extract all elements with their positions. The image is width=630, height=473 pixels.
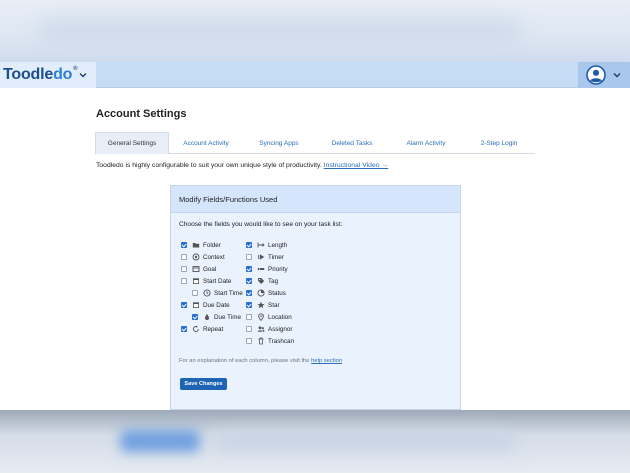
field-status[interactable]: Status <box>246 288 286 298</box>
star-icon <box>257 301 265 309</box>
field-timer[interactable]: Timer <box>246 252 284 262</box>
field-label: Star <box>268 301 280 309</box>
goal-icon <box>192 266 200 272</box>
panel-subtitle: Choose the fields you would like to see … <box>179 221 343 228</box>
tag-icon <box>258 278 265 284</box>
status-icon <box>257 289 265 297</box>
checkbox[interactable] <box>181 326 187 332</box>
tab-2-step-login[interactable]: 2-Step Login <box>463 132 535 154</box>
calendar-icon <box>193 302 199 308</box>
tab-deleted-tasks[interactable]: Deleted Tasks <box>315 132 389 154</box>
instructional-video-link[interactable]: Instructional Video → <box>324 162 388 169</box>
drop-icon <box>205 314 209 320</box>
field-label: Due Date <box>203 301 230 309</box>
field-priority[interactable]: Priority <box>246 264 288 274</box>
avatar-icon[interactable] <box>586 65 606 85</box>
field-label: Context <box>203 253 225 261</box>
tab-account-activity[interactable]: Account Activity <box>169 132 243 154</box>
panel-title: Modify Fields/Functions Used <box>171 186 460 213</box>
checkbox[interactable] <box>192 314 198 320</box>
checkbox[interactable] <box>181 302 187 308</box>
field-context[interactable]: Context <box>181 252 225 262</box>
field-folder[interactable]: Folder <box>181 240 221 250</box>
checkbox[interactable] <box>246 326 252 332</box>
checkbox[interactable] <box>181 242 187 248</box>
tab-syncing-apps[interactable]: Syncing Apps <box>243 132 315 154</box>
location-icon <box>258 313 264 321</box>
field-star[interactable]: Star <box>246 300 280 310</box>
field-assignor[interactable]: Assignor <box>246 324 293 334</box>
calendar-icon <box>193 278 199 284</box>
chevron-down-icon[interactable] <box>78 70 88 80</box>
help-section-link[interactable]: help section <box>311 358 342 364</box>
checkbox[interactable] <box>246 254 252 260</box>
intro-line: Toodledo is highly configurable to suit … <box>96 162 388 169</box>
checkbox[interactable] <box>246 302 252 308</box>
field-label: Tag <box>268 277 279 285</box>
checkbox[interactable] <box>181 254 187 260</box>
field-label: Goal <box>203 265 217 273</box>
checkbox[interactable] <box>246 266 252 272</box>
checkbox[interactable] <box>192 290 198 296</box>
logo-menu[interactable]: Toodledo® <box>0 62 96 88</box>
field-length[interactable]: Length <box>246 240 287 250</box>
field-goal[interactable]: Goal <box>181 264 216 274</box>
timer-icon <box>258 254 265 260</box>
blurred-background-bottom <box>0 410 630 473</box>
save-changes-button[interactable]: Save Changes <box>180 378 227 390</box>
field-due-time[interactable]: Due Time <box>192 312 241 322</box>
field-label: Start Date <box>203 277 232 285</box>
field-label: Timer <box>268 253 284 261</box>
page-title: Account Settings <box>96 108 187 120</box>
fields-panel: Modify Fields/Functions Used Choose the … <box>170 185 461 410</box>
field-label: Assignor <box>268 325 293 333</box>
priority-icon <box>257 268 265 270</box>
checkbox[interactable] <box>246 314 252 320</box>
checkbox[interactable] <box>181 266 187 272</box>
help-line: For an explanation of each column, pleas… <box>179 358 342 364</box>
field-label: Priority <box>268 265 288 273</box>
field-start-time[interactable]: Start Time <box>192 288 243 298</box>
field-label: Folder <box>203 241 221 249</box>
clock-icon <box>203 289 211 297</box>
field-label: Due Time <box>214 313 241 321</box>
repeat-icon <box>192 325 199 332</box>
checkbox[interactable] <box>181 278 187 284</box>
tab-general-settings[interactable]: General Settings <box>95 132 169 154</box>
checkbox[interactable] <box>246 290 252 296</box>
settings-tabs: General Settings Account Activity Syncin… <box>95 132 535 154</box>
chevron-down-icon[interactable] <box>612 70 622 80</box>
folder-icon <box>192 243 200 248</box>
checkbox[interactable] <box>246 278 252 284</box>
context-icon <box>192 253 200 261</box>
help-text: For an explanation of each column, pleas… <box>179 358 310 364</box>
field-location[interactable]: Location <box>246 312 292 322</box>
trash-icon <box>258 337 264 345</box>
field-repeat[interactable]: Repeat <box>181 324 223 334</box>
blurred-background-top <box>0 0 630 62</box>
app-logo: Toodledo® <box>3 66 78 83</box>
checkbox[interactable] <box>246 338 252 344</box>
user-menu[interactable] <box>578 62 630 88</box>
field-label: Repeat <box>203 325 224 333</box>
assignor-icon <box>257 326 265 332</box>
length-icon <box>257 242 265 248</box>
checkbox[interactable] <box>246 242 252 248</box>
field-due-date[interactable]: Due Date <box>181 300 230 310</box>
app-window: Toodledo® Account Settings General Setti… <box>0 62 630 410</box>
top-bar: Toodledo® <box>0 62 630 88</box>
intro-text: Toodledo is highly configurable to suit … <box>96 162 322 169</box>
field-start-date[interactable]: Start Date <box>181 276 231 286</box>
field-tag[interactable]: Tag <box>246 276 278 286</box>
field-label: Length <box>268 241 288 249</box>
field-trashcan[interactable]: Trashcan <box>246 336 294 346</box>
field-label: Trashcan <box>268 337 295 345</box>
tab-alarm-activity[interactable]: Alarm Activity <box>389 132 463 154</box>
field-label: Location <box>268 313 292 321</box>
field-label: Start Time <box>214 289 243 297</box>
field-label: Status <box>268 289 286 297</box>
